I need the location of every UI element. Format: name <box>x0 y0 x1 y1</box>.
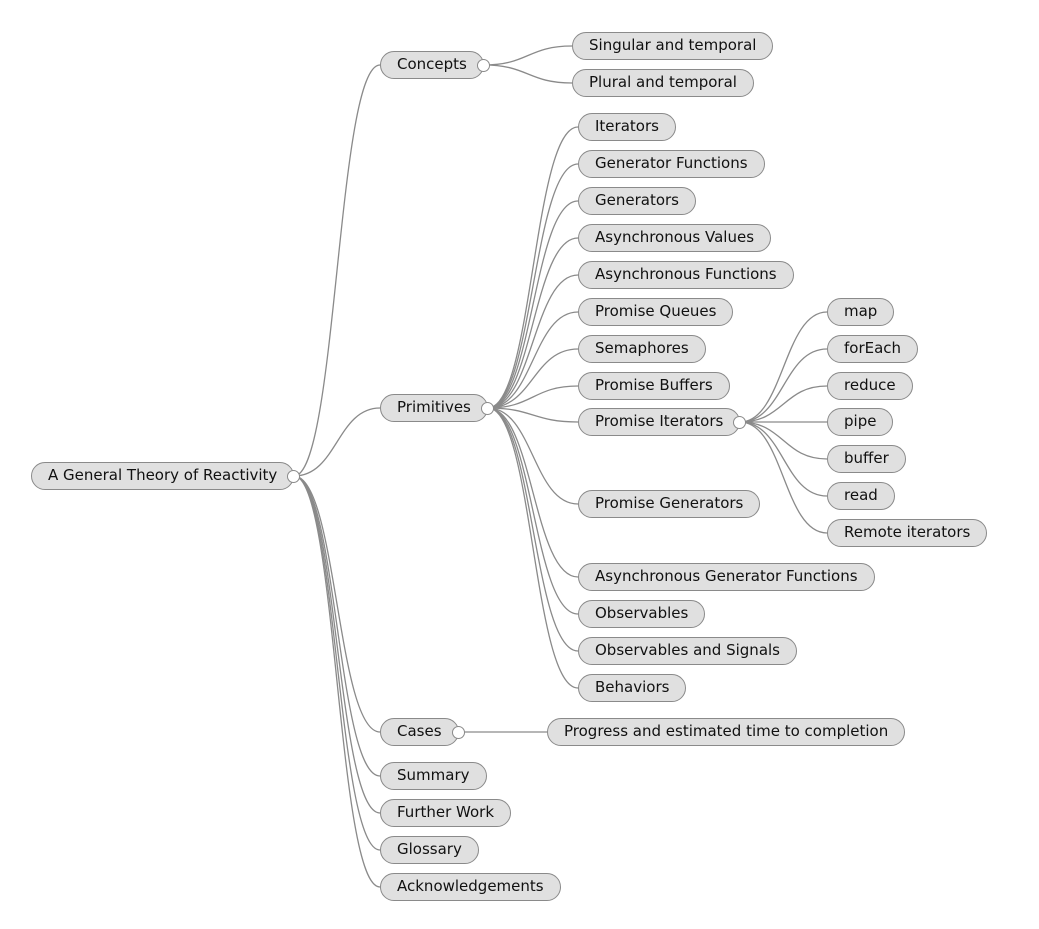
node-label: Asynchronous Generator Functions <box>595 567 858 585</box>
node-label: Observables <box>595 604 689 622</box>
node-asynchronous-values[interactable]: Asynchronous Values <box>578 224 772 252</box>
node-label: Generators <box>595 191 679 209</box>
link-root-primitives <box>293 407 381 477</box>
link-primitives-promise-generators <box>487 407 579 505</box>
node-plural-temporal[interactable]: Plural and temporal <box>572 69 754 97</box>
node-promise-queues[interactable]: Promise Queues <box>578 298 734 326</box>
node-observables[interactable]: Observables <box>578 600 706 628</box>
node-label: Promise Buffers <box>595 376 713 394</box>
mindmap-canvas: A General Theory of Reactivity Concepts Si… <box>0 0 1039 929</box>
node-generators[interactable]: Generators <box>578 187 696 215</box>
node-label: Plural and temporal <box>589 73 737 91</box>
node-label: Semaphores <box>595 339 689 357</box>
node-label: Singular and temporal <box>589 36 757 54</box>
node-label: forEach <box>844 339 902 357</box>
node-promise-buffers[interactable]: Promise Buffers <box>578 372 730 400</box>
link-primitives-generator-functions <box>487 163 579 409</box>
node-label: Promise Queues <box>595 302 717 320</box>
node-label: Iterators <box>595 117 659 135</box>
node-glossary[interactable]: Glossary <box>380 836 479 864</box>
node-label: Asynchronous Functions <box>595 265 777 283</box>
node-asynchronous-functions[interactable]: Asynchronous Functions <box>578 261 794 289</box>
node-label: Acknowledgements <box>397 877 544 895</box>
node-further-work[interactable]: Further Work <box>380 799 512 827</box>
node-label: Progress and estimated time to completio… <box>564 722 889 740</box>
node-label: Promise Iterators <box>595 412 724 430</box>
node-promise-generators[interactable]: Promise Generators <box>578 490 761 518</box>
node-foreach[interactable]: forEach <box>827 335 919 363</box>
link-concepts-plural-temporal <box>483 64 573 84</box>
node-label: Further Work <box>397 803 495 821</box>
node-label: Asynchronous Values <box>595 228 755 246</box>
link-promise-iterators-map <box>739 311 828 423</box>
link-primitives-asynchronous-functions <box>487 274 579 409</box>
node-read[interactable]: read <box>827 482 895 510</box>
link-promise-iterators-foreach <box>739 348 828 423</box>
collapse-toggle-primitives[interactable] <box>481 401 494 415</box>
node-remote-iterators[interactable]: Remote iterators <box>827 519 988 547</box>
node-label: map <box>844 302 878 320</box>
link-primitives-behaviors <box>487 407 579 689</box>
link-primitives-observables-signals <box>487 407 579 652</box>
link-promise-iterators-remote-iterators <box>739 421 828 534</box>
node-promise-iterators[interactable]: Promise Iterators <box>578 408 741 436</box>
node-root[interactable]: A General Theory of Reactivity <box>31 462 295 490</box>
node-concepts[interactable]: Concepts <box>380 51 484 79</box>
node-label: Primitives <box>397 398 471 416</box>
link-primitives-observables <box>487 407 579 615</box>
node-semaphores[interactable]: Semaphores <box>578 335 706 363</box>
node-label: Glossary <box>397 840 462 858</box>
node-behaviors[interactable]: Behaviors <box>578 674 687 702</box>
link-root-glossary <box>293 475 381 851</box>
collapse-toggle-cases[interactable] <box>452 725 465 739</box>
collapse-toggle-promise-iterators[interactable] <box>733 415 746 429</box>
node-label: Observables and Signals <box>595 641 780 659</box>
link-promise-iterators-reduce <box>739 385 828 423</box>
collapse-toggle-root[interactable] <box>287 469 300 483</box>
link-root-further-work <box>293 475 381 814</box>
node-observables-signals[interactable]: Observables and Signals <box>578 637 797 665</box>
node-cases[interactable]: Cases <box>380 718 459 746</box>
node-buffer[interactable]: buffer <box>827 445 906 473</box>
node-label: read <box>844 486 878 504</box>
link-primitives-iterators <box>487 126 579 409</box>
link-primitives-generators <box>487 200 579 409</box>
collapse-toggle-concepts[interactable] <box>477 58 490 72</box>
link-root-summary <box>293 475 381 777</box>
node-label: Remote iterators <box>844 523 971 541</box>
node-label: Promise Generators <box>595 494 744 512</box>
node-acknowledgements[interactable]: Acknowledgements <box>380 873 561 901</box>
node-generator-functions[interactable]: Generator Functions <box>578 150 765 178</box>
link-root-cases <box>293 475 381 733</box>
link-root-acknowledgements <box>293 475 381 888</box>
node-async-generator-functions[interactable]: Asynchronous Generator Functions <box>578 563 875 591</box>
node-label: Summary <box>397 766 470 784</box>
node-label: Cases <box>397 722 442 740</box>
node-label: pipe <box>844 412 877 430</box>
node-label: Generator Functions <box>595 154 748 172</box>
node-label: reduce <box>844 376 896 394</box>
link-concepts-singular-temporal <box>483 45 573 66</box>
node-label: Behaviors <box>595 678 670 696</box>
node-primitives[interactable]: Primitives <box>380 394 488 422</box>
node-reduce[interactable]: reduce <box>827 372 913 400</box>
link-primitives-promise-queues <box>487 311 579 409</box>
node-pipe[interactable]: pipe <box>827 408 894 436</box>
node-label: buffer <box>844 449 889 467</box>
link-promise-iterators-buffer <box>739 421 828 460</box>
node-singular-temporal[interactable]: Singular and temporal <box>572 32 774 60</box>
node-label: Concepts <box>397 55 467 73</box>
node-iterators[interactable]: Iterators <box>578 113 676 141</box>
link-root-concepts <box>293 64 381 477</box>
node-progress-eta[interactable]: Progress and estimated time to completio… <box>547 718 906 746</box>
node-summary[interactable]: Summary <box>380 762 487 790</box>
link-promise-iterators-read <box>739 421 828 497</box>
node-label: A General Theory of Reactivity <box>48 466 278 484</box>
node-map[interactable]: map <box>827 298 895 326</box>
